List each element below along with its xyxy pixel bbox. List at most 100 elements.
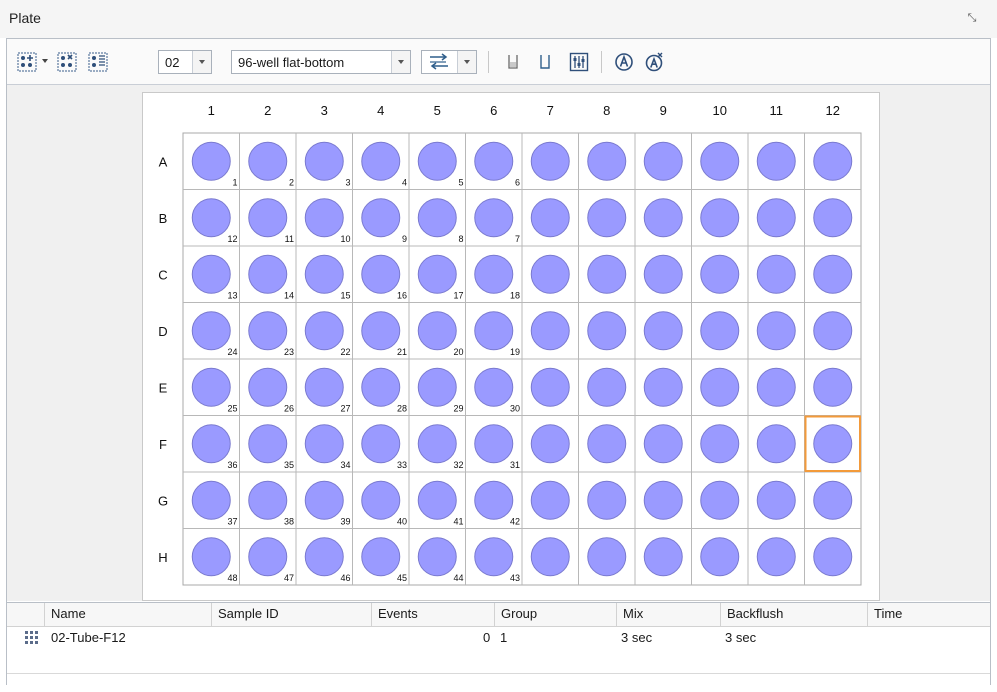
row-label[interactable]: E — [159, 380, 168, 395]
well-E7[interactable] — [530, 367, 570, 407]
well-A2[interactable] — [248, 141, 288, 181]
well-H8[interactable] — [587, 537, 627, 577]
column-label[interactable]: 12 — [826, 103, 840, 118]
column-label[interactable]: 4 — [377, 103, 384, 118]
well-D5[interactable] — [417, 311, 457, 351]
well-H12[interactable] — [813, 537, 853, 577]
well-G3[interactable] — [304, 480, 344, 520]
column-label[interactable]: 5 — [434, 103, 441, 118]
well-F7[interactable] — [530, 424, 570, 464]
well-D4[interactable] — [361, 311, 401, 351]
direction-dropdown-icon[interactable] — [457, 51, 476, 73]
well-G4[interactable] — [361, 480, 401, 520]
well-E4[interactable] — [361, 367, 401, 407]
well-B7[interactable] — [530, 198, 570, 238]
column-label[interactable]: 2 — [264, 103, 271, 118]
well-C1[interactable] — [191, 254, 231, 294]
well-B3[interactable] — [304, 198, 344, 238]
column-label[interactable]: 10 — [713, 103, 727, 118]
well-A1[interactable] — [191, 141, 231, 181]
well-E1[interactable] — [191, 367, 231, 407]
column-header-sample-id[interactable]: Sample ID — [212, 603, 372, 626]
well-E11[interactable] — [756, 367, 796, 407]
well-C2[interactable] — [248, 254, 288, 294]
column-label[interactable]: 9 — [660, 103, 667, 118]
well-B1[interactable] — [191, 198, 231, 238]
well-A4[interactable] — [361, 141, 401, 181]
tube-icon[interactable] — [503, 52, 523, 72]
well-G12[interactable] — [813, 480, 853, 520]
well-E6[interactable] — [474, 367, 514, 407]
well-B2[interactable] — [248, 198, 288, 238]
chevron-down-icon[interactable] — [391, 51, 410, 73]
well-D11[interactable] — [756, 311, 796, 351]
add-wells-icon[interactable] — [17, 52, 37, 72]
column-label[interactable]: 8 — [603, 103, 610, 118]
well-E8[interactable] — [587, 367, 627, 407]
well-C9[interactable] — [643, 254, 683, 294]
well-E12[interactable] — [813, 367, 853, 407]
well-F6[interactable] — [474, 424, 514, 464]
plate-type-select[interactable]: 96-well flat-bottom — [231, 50, 411, 74]
well-F10[interactable] — [700, 424, 740, 464]
well-C12[interactable] — [813, 254, 853, 294]
table-row[interactable]: 02-Tube-F12 0 1 3 sec 3 sec — [7, 627, 990, 649]
column-header-name[interactable]: Name — [45, 603, 212, 626]
row-label[interactable]: G — [158, 493, 168, 508]
column-label[interactable]: 1 — [208, 103, 215, 118]
column-label[interactable]: 6 — [490, 103, 497, 118]
well-B10[interactable] — [700, 198, 740, 238]
row-label[interactable]: A — [159, 154, 168, 169]
well-H1[interactable] — [191, 537, 231, 577]
well-F5[interactable] — [417, 424, 457, 464]
well-F8[interactable] — [587, 424, 627, 464]
well-B8[interactable] — [587, 198, 627, 238]
well-C5[interactable] — [417, 254, 457, 294]
well-C7[interactable] — [530, 254, 570, 294]
well-C10[interactable] — [700, 254, 740, 294]
well-E5[interactable] — [417, 367, 457, 407]
well-G6[interactable] — [474, 480, 514, 520]
well-F9[interactable] — [643, 424, 683, 464]
well-A5[interactable] — [417, 141, 457, 181]
row-label[interactable]: C — [158, 267, 167, 282]
well-H6[interactable] — [474, 537, 514, 577]
chevron-down-icon[interactable] — [192, 51, 211, 73]
well-C3[interactable] — [304, 254, 344, 294]
row-label[interactable]: F — [159, 437, 167, 452]
well-G9[interactable] — [643, 480, 683, 520]
well-B6[interactable] — [474, 198, 514, 238]
well-C6[interactable] — [474, 254, 514, 294]
well-H7[interactable] — [530, 537, 570, 577]
well-F3[interactable] — [304, 424, 344, 464]
well-G10[interactable] — [700, 480, 740, 520]
well-E2[interactable] — [248, 367, 288, 407]
well-order-icon[interactable] — [88, 52, 108, 72]
column-header-group[interactable]: Group — [495, 603, 617, 626]
row-label[interactable]: H — [158, 550, 167, 565]
well-F11[interactable] — [756, 424, 796, 464]
well-H5[interactable] — [417, 537, 457, 577]
well-C11[interactable] — [756, 254, 796, 294]
remove-wells-icon[interactable] — [57, 52, 77, 72]
well-E9[interactable] — [643, 367, 683, 407]
well-C8[interactable] — [587, 254, 627, 294]
well-B11[interactable] — [756, 198, 796, 238]
well-G7[interactable] — [530, 480, 570, 520]
well-B12[interactable] — [813, 198, 853, 238]
auto-clear-icon[interactable] — [644, 52, 664, 72]
well-D12[interactable] — [813, 311, 853, 351]
well-D1[interactable] — [191, 311, 231, 351]
plate-number-select[interactable]: 02 — [158, 50, 212, 74]
well-G11[interactable] — [756, 480, 796, 520]
well-F2[interactable] — [248, 424, 288, 464]
settings-grid-icon[interactable] — [569, 52, 589, 72]
column-header-mix[interactable]: Mix — [617, 603, 721, 626]
well-B5[interactable] — [417, 198, 457, 238]
well-D2[interactable] — [248, 311, 288, 351]
add-wells-dropdown-icon[interactable] — [41, 57, 49, 65]
well-E3[interactable] — [304, 367, 344, 407]
well-B9[interactable] — [643, 198, 683, 238]
well-A10[interactable] — [700, 141, 740, 181]
well-D6[interactable] — [474, 311, 514, 351]
